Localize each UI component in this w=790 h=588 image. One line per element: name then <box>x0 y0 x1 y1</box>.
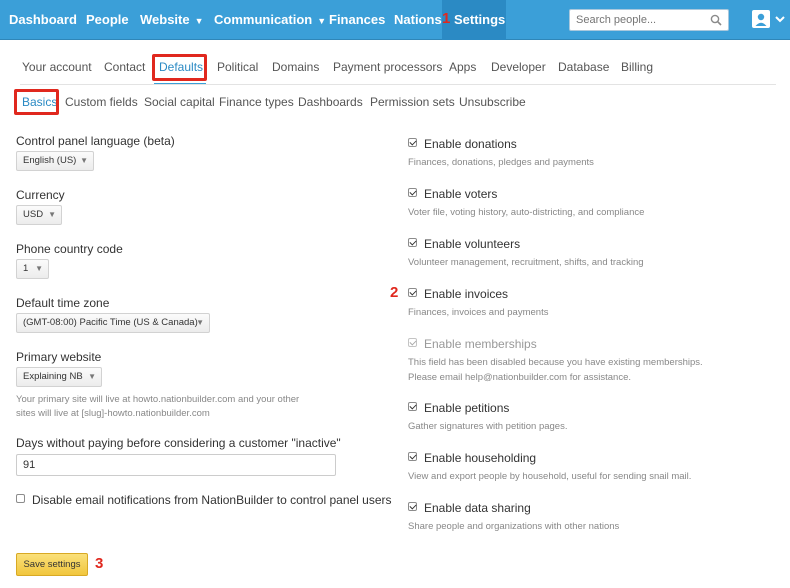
subtab-dashboards[interactable]: Dashboards <box>298 91 363 113</box>
chevron-down-icon: ▼ <box>317 16 327 26</box>
save-settings-button[interactable]: Save settings <box>16 553 88 576</box>
enable-volunteers-label: Enable volunteers <box>424 237 521 251</box>
highlight-defaults <box>152 54 207 81</box>
timezone-select[interactable]: (GMT-08:00) Pacific Time (US & Canada) ▼ <box>16 313 210 333</box>
enable-householding-desc: View and export people by household, use… <box>408 471 692 482</box>
phone-code-select[interactable]: 1 ▼ <box>16 259 49 279</box>
subtab-custom-fields[interactable]: Custom fields <box>65 91 138 113</box>
chevron-down-icon: ▼ <box>35 264 43 273</box>
nav-communication[interactable]: Communication ▼ <box>214 0 326 40</box>
enable-invoices-label: Enable invoices <box>424 287 509 301</box>
tab-domains[interactable]: Domains <box>272 56 319 78</box>
chevron-down-icon: ▼ <box>88 372 96 381</box>
nav-finances[interactable]: Finances <box>329 0 385 40</box>
tab-payment-processors[interactable]: Payment processors <box>333 56 442 78</box>
annotation-marker-1: 1 <box>442 10 451 27</box>
phone-code-label: Phone country code <box>16 242 123 256</box>
tab-contact[interactable]: Contact <box>104 56 145 78</box>
enable-volunteers-checkbox[interactable] <box>408 238 417 247</box>
search-box <box>569 9 729 31</box>
currency-select[interactable]: USD ▼ <box>16 205 62 225</box>
enable-volunteers-desc: Volunteer management, recruitment, shift… <box>408 257 644 268</box>
inactive-days-label: Days without paying before considering a… <box>16 436 341 450</box>
primary-website-label: Primary website <box>16 350 102 364</box>
avatar[interactable] <box>752 10 770 28</box>
tab-your-account[interactable]: Your account <box>22 56 92 78</box>
annotation-marker-3: 3 <box>95 555 104 572</box>
currency-select-value: USD <box>23 209 44 220</box>
enable-invoices-desc: Finances, invoices and payments <box>408 307 549 318</box>
enable-householding-label: Enable householding <box>424 451 537 465</box>
enable-data-sharing-checkbox[interactable] <box>408 502 417 511</box>
primary-website-select-value: Explaining NB <box>23 371 83 382</box>
enable-memberships-label: Enable memberships <box>424 337 537 351</box>
language-select-value: English (US) <box>23 155 77 166</box>
enable-petitions-label: Enable petitions <box>424 401 510 415</box>
nav-settings[interactable]: Settings <box>442 0 506 40</box>
primary-website-help-line-2: sites will live at [slug]-howto.nationbu… <box>16 408 210 419</box>
primary-website-select[interactable]: Explaining NB ▼ <box>16 367 102 387</box>
enable-voters-desc: Voter file, voting history, auto-distric… <box>408 207 645 218</box>
annotation-marker-2: 2 <box>390 284 399 301</box>
chevron-down-icon: ▼ <box>196 318 204 327</box>
enable-donations-label: Enable donations <box>424 137 517 151</box>
enable-memberships-desc: This field has been disabled because you… <box>408 355 703 385</box>
timezone-select-value: (GMT-08:00) Pacific Time (US & Canada) <box>23 317 198 328</box>
subtab-permission-sets[interactable]: Permission sets <box>370 91 455 113</box>
user-icon <box>755 13 767 26</box>
chevron-down-icon: ▼ <box>80 156 88 165</box>
timezone-label: Default time zone <box>16 296 110 310</box>
tab-divider <box>20 84 776 85</box>
phone-code-select-value: 1 <box>23 263 29 274</box>
enable-donations-checkbox[interactable] <box>408 138 417 147</box>
enable-memberships-checkbox <box>408 338 417 347</box>
chevron-down-icon: ▼ <box>194 16 204 26</box>
chevron-down-icon: ▼ <box>48 210 56 219</box>
subtab-social-capital[interactable]: Social capital <box>144 91 215 113</box>
nav-website[interactable]: Website ▼ <box>140 0 204 40</box>
disable-email-checkbox[interactable] <box>16 494 25 503</box>
nav-people[interactable]: People <box>86 0 129 40</box>
nav-nations[interactable]: Nations <box>394 0 442 40</box>
enable-householding-checkbox[interactable] <box>408 452 417 461</box>
language-label: Control panel language (beta) <box>16 134 175 148</box>
nav-dashboard[interactable]: Dashboard <box>9 0 77 40</box>
enable-memberships-desc-line-1: This field has been disabled because you… <box>408 357 703 368</box>
tab-database[interactable]: Database <box>558 56 609 78</box>
primary-website-help: Your primary site will live at howto.nat… <box>16 393 299 421</box>
currency-label: Currency <box>16 188 65 202</box>
subtab-unsubscribe[interactable]: Unsubscribe <box>459 91 526 113</box>
search-icon[interactable] <box>710 14 722 26</box>
subtab-finance-types[interactable]: Finance types <box>219 91 294 113</box>
tab-political[interactable]: Political <box>217 56 258 78</box>
enable-petitions-desc: Gather signatures with petition pages. <box>408 421 568 432</box>
primary-website-help-line-1: Your primary site will live at howto.nat… <box>16 394 300 405</box>
enable-data-sharing-label: Enable data sharing <box>424 501 531 515</box>
enable-invoices-checkbox[interactable] <box>408 288 417 297</box>
language-select[interactable]: English (US) ▼ <box>16 151 94 171</box>
enable-voters-checkbox[interactable] <box>408 188 417 197</box>
highlight-basics <box>14 89 59 115</box>
search-input[interactable] <box>570 10 705 30</box>
tab-billing[interactable]: Billing <box>621 56 653 78</box>
tab-developer[interactable]: Developer <box>491 56 546 78</box>
chevron-down-icon[interactable] <box>774 13 786 25</box>
enable-petitions-checkbox[interactable] <box>408 402 417 411</box>
enable-memberships-desc-line-2: Please email help@nationbuilder.com for … <box>408 372 631 383</box>
disable-email-label: Disable email notifications from NationB… <box>32 493 392 507</box>
inactive-days-input[interactable] <box>16 454 336 476</box>
tab-apps[interactable]: Apps <box>449 56 476 78</box>
enable-donations-desc: Finances, donations, pledges and payment… <box>408 157 594 168</box>
enable-data-sharing-desc: Share people and organizations with othe… <box>408 521 620 532</box>
nav-website-label: Website <box>140 12 190 27</box>
top-navigation: Dashboard People Website ▼ Communication ▼… <box>0 0 790 40</box>
nav-communication-label: Communication <box>214 12 313 27</box>
enable-voters-label: Enable voters <box>424 187 498 201</box>
